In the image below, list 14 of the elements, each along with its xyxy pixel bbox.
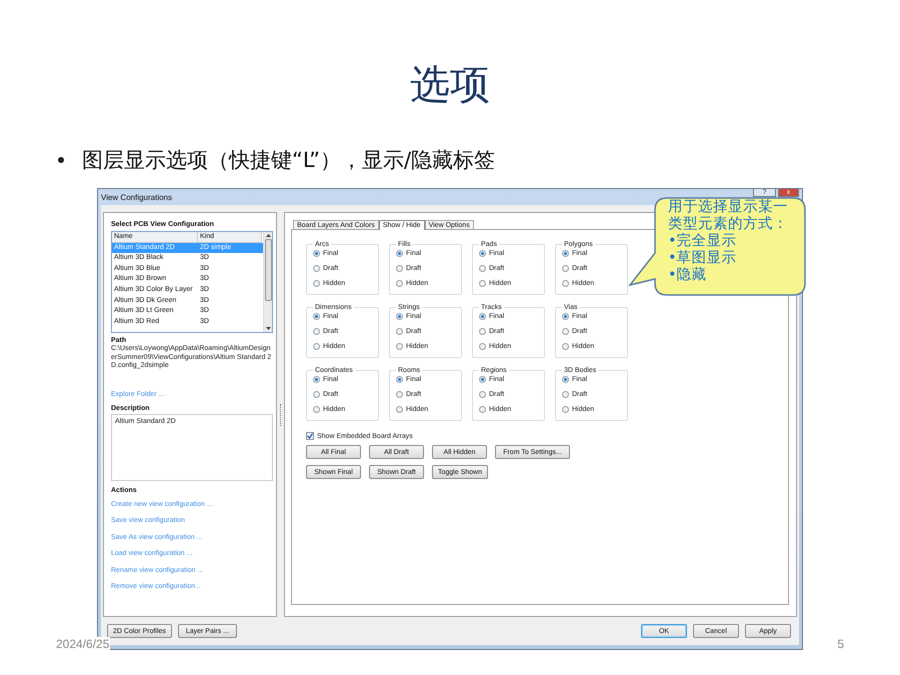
check-icon xyxy=(307,433,313,439)
scrollbar[interactable] xyxy=(263,232,272,332)
bullet-text: 图层显示选项（快捷键“L”），显示/隐藏标签 xyxy=(82,147,496,174)
callout-item: •完全显示 xyxy=(668,233,738,250)
slide-date: 2024/6/25 xyxy=(55,637,110,651)
callout-item: •隐藏 xyxy=(668,267,708,284)
window-title: View Configurations xyxy=(101,192,172,202)
bullet-icon xyxy=(58,157,64,163)
page-number: 5 xyxy=(836,637,845,651)
slide-title: 选项 xyxy=(410,61,490,110)
callout-item: •草图显示 xyxy=(668,250,738,267)
scroll-up-icon[interactable] xyxy=(266,234,270,237)
scroll-down-icon[interactable] xyxy=(266,327,270,330)
callout-text: 用于选择显示某一类型元素的方式： xyxy=(668,199,789,232)
